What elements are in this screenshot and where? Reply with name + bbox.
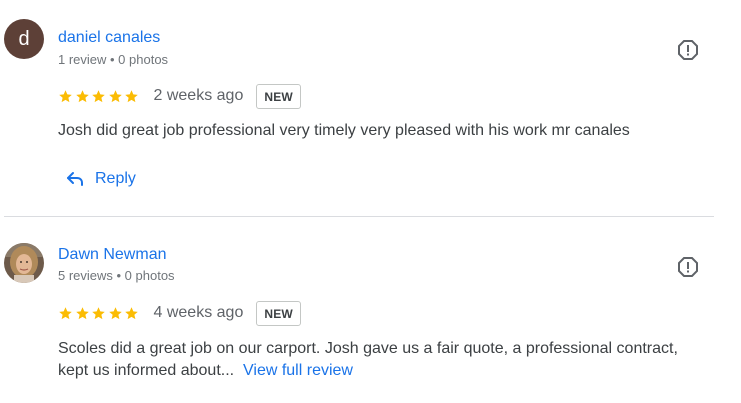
new-badge: NEW <box>256 83 301 109</box>
star-rating <box>58 300 141 326</box>
user-photo <box>4 243 44 283</box>
rating-row: 4 weeks ago NEW <box>58 300 301 326</box>
reply-label: Reply <box>95 170 136 187</box>
reply-arrow-icon <box>67 172 83 186</box>
star-rating <box>58 83 141 109</box>
star-icon <box>108 89 122 102</box>
star-icon <box>108 306 122 319</box>
review-text-content: Josh did great job professional very tim… <box>58 122 630 139</box>
avatar[interactable] <box>4 243 44 283</box>
new-badge: NEW <box>256 300 301 326</box>
reviewer-name[interactable]: daniel canales <box>58 29 160 47</box>
reviewer-name[interactable]: Dawn Newman <box>58 246 166 264</box>
star-icon <box>59 89 72 102</box>
star-icon <box>125 89 138 102</box>
report-flag-icon[interactable] <box>677 39 699 61</box>
reply-button[interactable]: Reply <box>66 170 136 188</box>
review-text: Josh did great job professional very tim… <box>58 120 708 142</box>
review-text-content: Scoles did a great job on our carport. J… <box>58 340 678 379</box>
review-card: d daniel canales 1 review • 0 photos 2 w… <box>0 0 741 216</box>
view-full-review-link[interactable]: View full review <box>243 362 353 379</box>
review-text: Scoles did a great job on our carport. J… <box>58 338 708 382</box>
star-icon <box>75 89 89 102</box>
rating-row: 2 weeks ago NEW <box>58 83 301 109</box>
review-time: 4 weeks ago <box>153 304 244 321</box>
star-icon <box>75 306 89 319</box>
reviewer-meta: 5 reviews • 0 photos <box>58 268 175 283</box>
star-icon <box>92 306 105 319</box>
reviewer-meta: 1 review • 0 photos <box>58 52 169 67</box>
star-icon <box>125 306 138 319</box>
review-time: 2 weeks ago <box>153 87 244 104</box>
star-icon <box>92 89 105 102</box>
review-card: Dawn Newman 5 reviews • 0 photos 4 weeks… <box>0 217 741 403</box>
avatar[interactable]: d <box>4 19 44 59</box>
star-icon <box>59 306 72 319</box>
report-flag-icon[interactable] <box>677 256 699 278</box>
